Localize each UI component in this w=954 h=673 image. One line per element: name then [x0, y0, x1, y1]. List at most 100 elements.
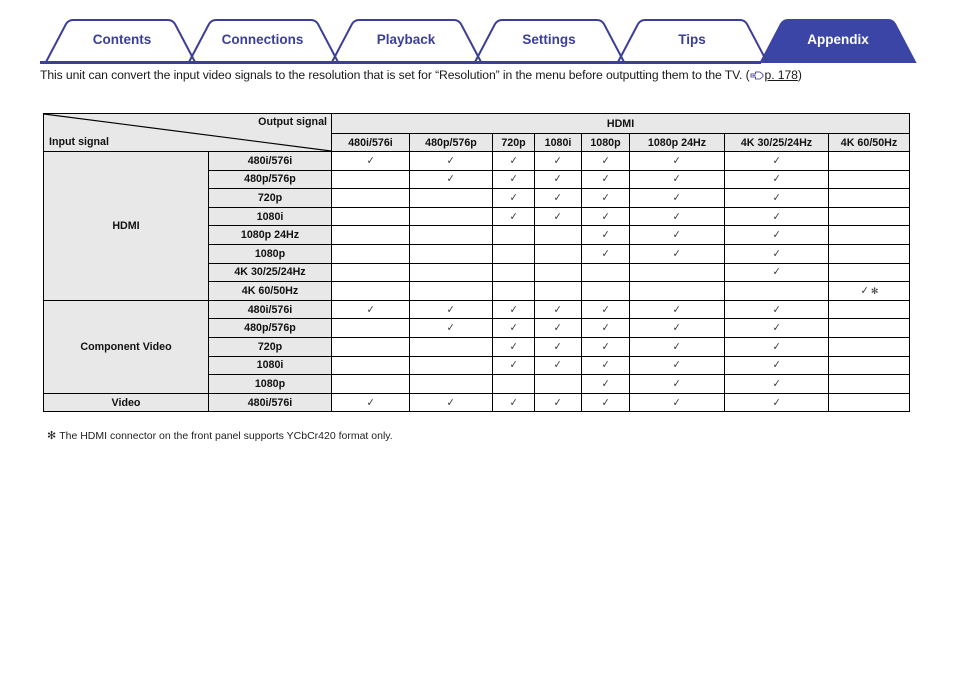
check-icon: ✓ [554, 210, 562, 223]
cell-empty [492, 243, 535, 264]
cell-supported: ✓ [534, 299, 582, 320]
check-icon: ✓ [673, 303, 681, 316]
cell-empty [827, 243, 911, 264]
tab-playback[interactable]: Playback [356, 32, 456, 47]
intro-text: This unit can convert the input video si… [40, 68, 750, 82]
check-icon: ✓ [509, 303, 518, 316]
check-icon: ✓ [601, 359, 610, 372]
check-icon: ✓ [509, 191, 518, 204]
cell-supported: ✓ [492, 318, 535, 338]
cell-supported: ✓ [534, 355, 582, 376]
tab-settings[interactable]: Settings [499, 32, 599, 47]
check-icon: ✓ [366, 396, 375, 409]
cell-supported: ✓ [534, 318, 582, 338]
cell-empty [331, 336, 410, 357]
check-icon: ✓ [554, 303, 562, 316]
cell-supported: ✓ [581, 151, 630, 171]
check-icon: ✓ [447, 322, 455, 335]
check-icon: ✓ [673, 229, 681, 242]
cell-empty [331, 169, 410, 190]
col-header-0: 480i/576i [331, 133, 410, 152]
check-icon: ✓ [509, 210, 518, 223]
check-icon: ✓ [554, 359, 562, 372]
cell-supported: ✓ [581, 206, 630, 227]
check-icon: ✓ [554, 191, 562, 204]
cell-supported: ✓ [331, 151, 410, 171]
cell-empty [629, 281, 725, 301]
pointing-hand-icon [750, 70, 764, 84]
cell-supported: ✓ [331, 299, 410, 320]
check-icon: ✓ [601, 340, 610, 353]
check-icon: ✓ [366, 154, 375, 167]
corner-input-label: Input signal [49, 136, 109, 148]
cell-supported: ✓ [581, 355, 630, 376]
cell-empty [581, 281, 630, 301]
page-root: Contents Connections Playback Settings T… [0, 0, 954, 673]
cell-empty [331, 262, 410, 283]
row-signal-label: 480i/576i [208, 299, 332, 320]
cell-empty [331, 281, 410, 301]
intro-paragraph: This unit can convert the input video si… [40, 68, 920, 84]
cell-supported: ✓ [724, 262, 829, 283]
cell-supported: ✓ [534, 206, 582, 227]
check-icon: ✓ [447, 154, 455, 167]
cell-empty [534, 281, 582, 301]
cell-supported: ✓ ✻ [827, 281, 911, 301]
check-icon: ✓ [772, 191, 781, 204]
cell-supported: ✓ [629, 151, 725, 171]
tab-connections[interactable]: Connections [205, 32, 320, 47]
row-signal-label: 480p/576p [208, 318, 332, 338]
cell-empty [409, 262, 493, 283]
table-row: Video 480i/576i ✓ ✓ ✓ ✓ ✓ ✓ ✓ [43, 392, 911, 413]
cell-supported: ✓ [629, 299, 725, 320]
col-header-2: 720p [492, 133, 535, 152]
row-signal-label: 480i/576i [208, 151, 332, 171]
cell-empty [827, 225, 911, 245]
row-signal-label: 4K 60/50Hz [208, 281, 332, 301]
row-signal-label: 720p [208, 188, 332, 208]
cell-supported: ✓ [581, 299, 630, 320]
cell-empty [827, 355, 911, 376]
cell-supported: ✓ [724, 355, 829, 376]
cell-supported: ✓ [724, 151, 829, 171]
check-icon: ✓ [772, 247, 781, 260]
check-icon: ✓ [673, 359, 681, 372]
cell-supported: ✓ [629, 318, 725, 338]
cell-empty [409, 188, 493, 208]
tab-tips[interactable]: Tips [642, 32, 742, 47]
page-reference-link[interactable]: p. 178 [765, 68, 798, 82]
check-icon: ✓ [772, 173, 781, 186]
row-signal-label: 1080p [208, 374, 332, 394]
cell-empty [331, 318, 410, 338]
cell-supported: ✓ [331, 392, 410, 413]
cell-empty [409, 281, 493, 301]
cell-supported: ✓ [409, 392, 493, 413]
cell-empty [827, 262, 911, 283]
cell-supported: ✓ [534, 336, 582, 357]
corner-output-label: Output signal [258, 116, 327, 128]
cell-supported: ✓ [581, 374, 630, 394]
cell-empty [331, 225, 410, 245]
cell-supported: ✓ [534, 188, 582, 208]
tab-appendix[interactable]: Appendix [788, 32, 888, 47]
check-icon: ✓ [601, 247, 610, 260]
table-body: HDMI 480i/576i ✓ ✓ ✓ ✓ ✓ ✓ ✓ 480p/576p ✓ ✓ ✓ ✓ ✓ ✓ 720p ✓… [43, 151, 911, 413]
check-icon: ✓ [772, 210, 781, 223]
col-header-4: 1080p [581, 133, 630, 152]
check-icon: ✓ [772, 340, 781, 353]
cell-empty [827, 374, 911, 394]
cell-empty [492, 262, 535, 283]
cell-empty [331, 243, 410, 264]
cell-empty [827, 188, 911, 208]
col-header-7: 4K 60/50Hz [827, 133, 911, 152]
cell-supported: ✓ [492, 151, 535, 171]
cell-supported: ✓ [409, 299, 493, 320]
cell-empty [409, 374, 493, 394]
check-icon: ✓ [509, 359, 518, 372]
check-icon: ✓ [554, 322, 562, 335]
cell-supported: ✓ [724, 188, 829, 208]
cell-supported: ✓ [629, 243, 725, 264]
tab-contents[interactable]: Contents [72, 32, 172, 47]
check-icon: ✓ [772, 303, 781, 316]
check-icon: ✓ [673, 377, 681, 390]
